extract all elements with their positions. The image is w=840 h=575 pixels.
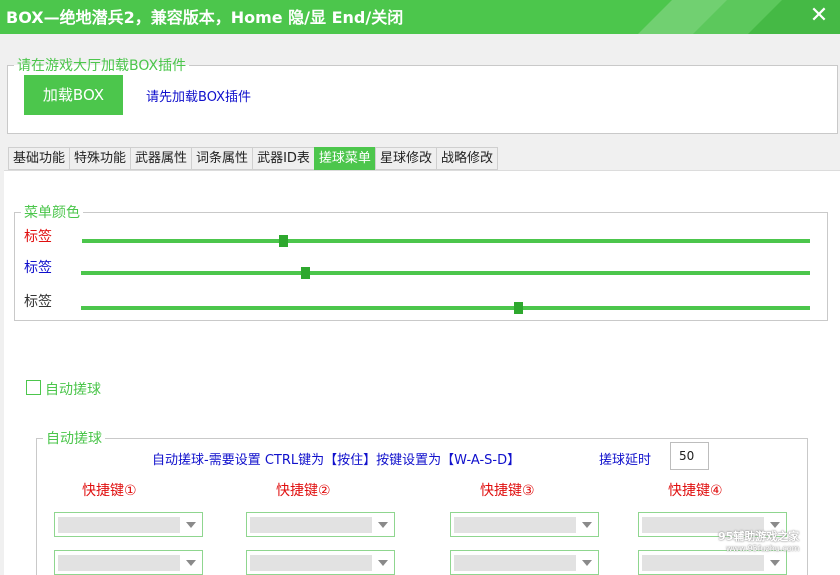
tab-affix-attr[interactable]: 词条属性 (191, 147, 253, 170)
tab-weapon-id[interactable]: 武器ID表 (252, 147, 314, 170)
loader-group: 请在游戏大厅加载BOX插件 (7, 55, 838, 134)
chevron-down-icon (582, 522, 592, 528)
watermark-sub: www.95fuzhu.com (726, 544, 800, 553)
dropdown-value (250, 517, 372, 533)
color-slider-2[interactable] (81, 266, 810, 280)
delay-input[interactable]: 50 (670, 442, 709, 470)
watermark: 95辅助游戏之家 www.95fuzhu.com (718, 528, 799, 553)
tab-strategy-edit[interactable]: 战略修改 (435, 147, 498, 170)
dropdown-value (58, 517, 180, 533)
hotkey-dropdown[interactable] (54, 550, 203, 575)
chevron-down-icon (378, 560, 388, 566)
slider-track (81, 271, 810, 275)
tab-weapon-attr[interactable]: 武器属性 (130, 147, 192, 170)
window-title: BOX—绝地潜兵2，兼容版本，Home 隐/显 End/关闭 (6, 8, 404, 27)
tab-bar: 基础功能 特殊功能 武器属性 词条属性 武器ID表 搓球菜单 星球修改 战略修改 (8, 147, 498, 170)
chevron-down-icon (582, 560, 592, 566)
dropdown-value (58, 555, 180, 571)
dropdown-value (454, 555, 576, 571)
hotkey-label-4: 快捷键④ (668, 483, 723, 499)
slider-thumb[interactable] (278, 235, 288, 247)
tab-basic[interactable]: 基础功能 (8, 147, 70, 170)
tab-ball-menu[interactable]: 搓球菜单 (313, 147, 375, 170)
tab-special[interactable]: 特殊功能 (69, 147, 131, 170)
hotkey-label-1: 快捷键① (82, 483, 137, 499)
slider-label-1: 标签 (24, 229, 52, 245)
hotkey-dropdown[interactable] (246, 512, 395, 537)
chevron-down-icon (770, 560, 780, 566)
close-icon[interactable]: ✕ (806, 2, 832, 30)
auto-ball-description: 自动搓球-需要设置 CTRL键为【按住】按键设置为【W-A-S-D】 (152, 453, 521, 468)
dropdown-value (454, 517, 576, 533)
hotkey-label-2: 快捷键② (276, 483, 331, 499)
slider-label-2: 标签 (24, 260, 52, 276)
hotkey-dropdown[interactable] (246, 550, 395, 575)
load-box-button[interactable]: 加载BOX (24, 75, 123, 115)
slider-thumb[interactable] (300, 267, 310, 279)
hotkey-dropdown[interactable] (54, 512, 203, 537)
loader-group-legend: 请在游戏大厅加载BOX插件 (17, 58, 187, 74)
slider-thumb[interactable] (513, 302, 523, 314)
auto-ball-checkbox-label[interactable]: 自动搓球 (45, 379, 101, 399)
menu-color-legend: 菜单颜色 (24, 205, 80, 221)
delay-label: 搓球延时 (599, 453, 652, 468)
auto-ball-legend: 自动搓球 (46, 431, 102, 447)
watermark-main: 95辅助游戏之家 (718, 530, 800, 543)
color-slider-3[interactable] (81, 301, 810, 315)
chevron-down-icon (186, 560, 196, 566)
chevron-down-icon (186, 522, 196, 528)
tab-planet-edit[interactable]: 星球修改 (374, 147, 436, 170)
hotkey-dropdown[interactable] (450, 512, 599, 537)
auto-ball-checkbox[interactable] (26, 380, 41, 395)
title-bar: BOX—绝地潜兵2，兼容版本，Home 隐/显 End/关闭 ✕ (0, 0, 840, 34)
dropdown-value (250, 555, 372, 571)
hotkey-label-3: 快捷键③ (480, 483, 535, 499)
dropdown-value (642, 555, 764, 571)
chevron-down-icon (378, 522, 388, 528)
color-slider-1[interactable] (82, 234, 810, 248)
slider-track (81, 306, 810, 310)
hotkey-dropdown[interactable] (450, 550, 599, 575)
hotkey-dropdown[interactable] (638, 550, 787, 575)
load-hint: 请先加载BOX插件 (146, 90, 251, 105)
slider-track (82, 239, 810, 243)
slider-label-3: 标签 (24, 294, 52, 310)
